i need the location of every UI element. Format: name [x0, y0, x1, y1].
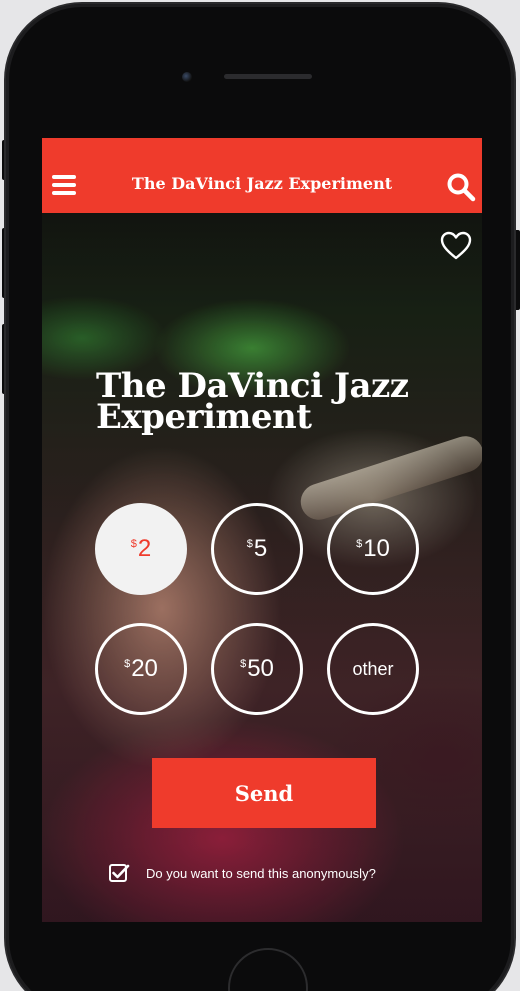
tip-amount-options: $ 2 $ 5 $ 10 $ 20 $ 50 other [95, 503, 425, 723]
app-header: The DaVinci Jazz Experiment [42, 138, 482, 213]
front-camera [182, 72, 192, 82]
device-mockup: The DaVinci Jazz Experiment The DaVinci … [0, 0, 520, 991]
amount-20-button[interactable]: $ 20 [95, 623, 187, 715]
currency-symbol: $ [246, 538, 253, 550]
amount-value: 20 [131, 655, 158, 682]
amount-other-button[interactable]: other [327, 623, 419, 715]
home-button[interactable] [228, 948, 308, 991]
artist-name: The DaVinci Jazz Experiment [96, 369, 456, 437]
checkbox-checked-icon[interactable] [108, 862, 130, 884]
amount-value: 5 [253, 535, 268, 562]
header-title: The DaVinci Jazz Experiment [131, 174, 393, 193]
artist-name-line2: Experiment [96, 397, 312, 437]
power-button [514, 230, 520, 310]
amount-50-button[interactable]: $ 50 [211, 623, 303, 715]
amount-10-button[interactable]: $ 10 [327, 503, 419, 595]
app-screen: The DaVinci Jazz Experiment The DaVinci … [42, 138, 482, 922]
amount-5-button[interactable]: $ 5 [211, 503, 303, 595]
search-icon[interactable] [446, 172, 476, 202]
currency-symbol: $ [124, 658, 131, 670]
anonymous-label: Do you want to send this anonymously? [146, 865, 376, 881]
currency-symbol: $ [130, 538, 137, 550]
amount-value: other [352, 658, 394, 679]
currency-symbol: $ [356, 538, 363, 550]
hamburger-menu-icon[interactable] [52, 175, 76, 195]
amount-value: 10 [363, 535, 390, 562]
heart-icon[interactable] [440, 231, 472, 261]
amount-2-button[interactable]: $ 2 [95, 503, 187, 595]
anonymous-option[interactable]: Do you want to send this anonymously? [108, 862, 376, 884]
earpiece-speaker [224, 74, 312, 79]
currency-symbol: $ [240, 658, 247, 670]
send-button[interactable]: Send [152, 758, 376, 828]
amount-value: 50 [247, 655, 274, 682]
amount-value: 2 [137, 535, 152, 562]
